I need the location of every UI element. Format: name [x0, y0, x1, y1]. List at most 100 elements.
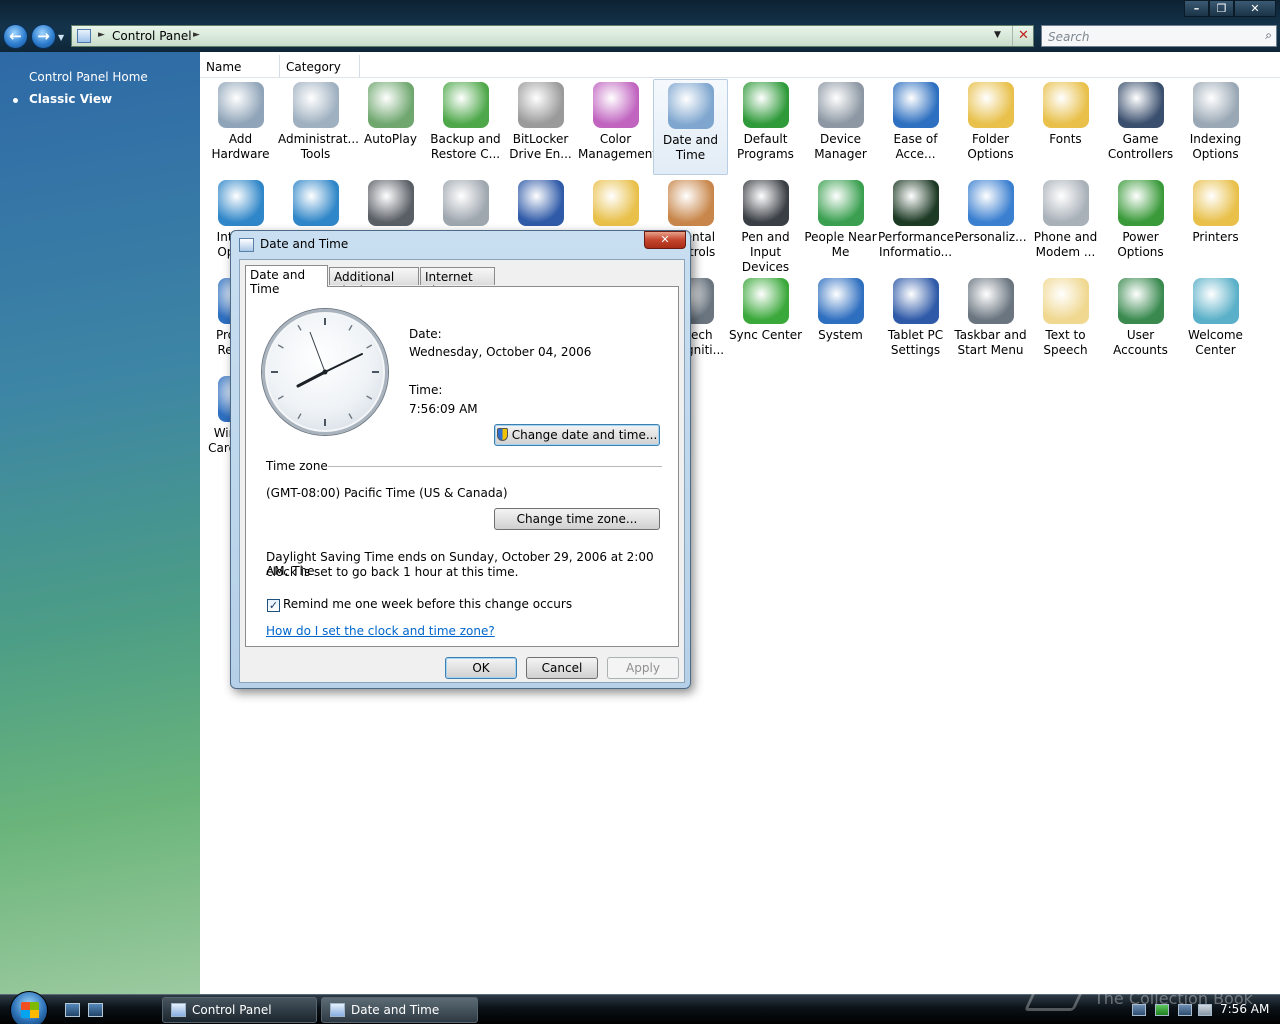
- control-panel-home-link[interactable]: Control Panel Home: [29, 70, 148, 84]
- forward-button[interactable]: →: [31, 24, 56, 49]
- folder-options-icon: [967, 82, 1014, 128]
- remind-checkbox[interactable]: ✓: [267, 599, 280, 612]
- address-bar[interactable]: ► Control Panel ► ▼ ✕: [71, 25, 1034, 47]
- back-button[interactable]: ←: [3, 24, 28, 49]
- column-header-category[interactable]: Category: [280, 55, 360, 77]
- item-label: Welcome Center: [1188, 328, 1243, 357]
- ok-button[interactable]: OK: [445, 657, 517, 679]
- tray-tablet-icon[interactable]: [1132, 1004, 1146, 1016]
- column-header-name[interactable]: Name: [200, 55, 280, 77]
- control-panel-item[interactable]: Date and Time: [653, 79, 728, 175]
- item-label: Add Hardware: [211, 132, 270, 161]
- control-panel-item[interactable]: Welcome Center: [1178, 275, 1253, 371]
- tab-date-and-time[interactable]: Date and Time: [245, 265, 328, 296]
- control-panel-item[interactable]: Fonts: [1028, 79, 1103, 175]
- control-panel-item[interactable]: Device Manager: [803, 79, 878, 175]
- change-date-time-button[interactable]: Change date and time...: [494, 424, 660, 446]
- taskbar-icon: [967, 278, 1014, 324]
- control-panel-item[interactable]: Printers: [1178, 177, 1253, 273]
- item-label: AutoPlay: [364, 132, 417, 146]
- change-time-zone-button[interactable]: Change time zone...: [494, 508, 660, 530]
- tab-additional-clocks[interactable]: Additional Clocks: [329, 267, 419, 298]
- control-panel-item[interactable]: Power Options: [1103, 177, 1178, 273]
- control-panel-item[interactable]: Phone and Modem ...: [1028, 177, 1103, 273]
- item-label: Color Management: [578, 132, 658, 161]
- tray-security-icon[interactable]: [1155, 1004, 1169, 1016]
- cancel-button[interactable]: Cancel: [526, 657, 598, 679]
- control-panel-item[interactable]: Folder Options: [953, 79, 1028, 175]
- control-panel-item[interactable]: Color Management: [578, 79, 658, 175]
- tray-volume-icon[interactable]: [1198, 1004, 1212, 1016]
- control-panel-item[interactable]: Personaliz...: [953, 177, 1028, 273]
- item-label: Administrat... Tools: [278, 132, 359, 161]
- control-panel-item[interactable]: Indexing Options: [1178, 79, 1253, 175]
- apply-button[interactable]: Apply: [607, 657, 679, 679]
- offline-files-icon: [592, 180, 639, 226]
- windows-logo-icon: [21, 1002, 39, 1018]
- control-panel-item[interactable]: Pen and Input Devices: [728, 177, 803, 274]
- address-dropdown-icon[interactable]: ▼: [994, 30, 1001, 40]
- iscsi-icon: [292, 180, 339, 226]
- remind-label[interactable]: Remind me one week before this change oc…: [283, 597, 572, 611]
- ease-of-access-icon: [892, 82, 939, 128]
- control-panel-item[interactable]: Sync Center: [728, 275, 803, 371]
- item-label: Game Controllers: [1107, 132, 1174, 161]
- item-label: Text to Speech: [1043, 328, 1088, 357]
- control-panel-item[interactable]: Ease of Acce...: [878, 79, 953, 175]
- control-panel-item[interactable]: People Near Me: [803, 177, 878, 273]
- maximize-button[interactable]: ❐: [1209, 0, 1234, 17]
- dialog-close-button[interactable]: ✕: [644, 231, 686, 249]
- search-placeholder: Search: [1048, 30, 1090, 44]
- control-panel-item[interactable]: User Accounts: [1103, 275, 1178, 371]
- control-panel-item[interactable]: Add Hardware: [203, 79, 278, 175]
- indexing-icon: [1192, 82, 1239, 128]
- start-button[interactable]: [10, 991, 48, 1024]
- sidebar: Control Panel Home Classic View: [0, 52, 200, 994]
- item-label: System: [818, 328, 863, 342]
- control-panel-item[interactable]: Tablet PC Settings: [878, 275, 953, 371]
- control-panel-item[interactable]: AutoPlay: [353, 79, 428, 175]
- backup-icon: [442, 82, 489, 128]
- personalization-icon: [967, 180, 1014, 226]
- item-label: Printers: [1192, 230, 1239, 244]
- item-label: Device Manager: [814, 132, 867, 161]
- breadcrumb[interactable]: Control Panel: [112, 29, 192, 43]
- search-input[interactable]: Search ⌕: [1041, 25, 1277, 47]
- item-label: Folder Options: [967, 132, 1014, 161]
- control-panel-item[interactable]: Performance Informatio...: [878, 177, 954, 273]
- taskbar-clock[interactable]: 7:56 AM: [1220, 1002, 1269, 1016]
- taskbar-item-date-and-time[interactable]: Date and Time: [321, 997, 478, 1023]
- taskbar-item-control-panel[interactable]: Control Panel: [162, 997, 317, 1023]
- switch-windows-icon[interactable]: [88, 1003, 103, 1017]
- stop-icon[interactable]: ✕: [1012, 26, 1034, 46]
- control-panel-item[interactable]: Taskbar and Start Menu: [953, 275, 1028, 371]
- breadcrumb-arrow-icon[interactable]: ►: [98, 30, 105, 40]
- time-label: Time:: [409, 383, 443, 397]
- control-panel-item[interactable]: Text to Speech: [1028, 275, 1103, 371]
- device-manager-icon: [817, 82, 864, 128]
- clock-face-icon: [271, 318, 379, 426]
- control-panel-item[interactable]: BitLocker Drive En...: [503, 79, 578, 175]
- internet-options-icon: [217, 180, 264, 226]
- control-panel-item[interactable]: Game Controllers: [1103, 79, 1178, 175]
- help-link[interactable]: How do I set the clock and time zone?: [266, 624, 495, 638]
- control-panel-item[interactable]: Default Programs: [728, 79, 803, 175]
- control-panel-item[interactable]: Backup and Restore C...: [428, 79, 503, 175]
- recent-pages-dropdown[interactable]: ▼: [58, 33, 66, 42]
- show-desktop-icon[interactable]: [65, 1003, 80, 1017]
- breadcrumb-arrow-icon[interactable]: ►: [193, 30, 200, 40]
- minimize-button[interactable]: –: [1184, 0, 1209, 17]
- control-panel-item[interactable]: System: [803, 275, 878, 371]
- performance-icon: [892, 180, 939, 226]
- search-icon[interactable]: ⌕: [1265, 28, 1272, 43]
- explorer-toolbar: – ❐ ✕ ← → ▼ ► Control Panel ► ▼ ✕ Search…: [0, 0, 1280, 52]
- control-panel-item[interactable]: Administrat... Tools: [278, 79, 359, 175]
- tray-network-icon[interactable]: [1178, 1004, 1192, 1016]
- network-icon: [517, 180, 564, 226]
- classic-view-link[interactable]: Classic View: [29, 92, 112, 106]
- item-label: BitLocker Drive En...: [509, 132, 572, 161]
- close-button[interactable]: ✕: [1234, 0, 1276, 17]
- system-icon: [817, 278, 864, 324]
- mouse-icon: [442, 180, 489, 226]
- tab-internet-time[interactable]: Internet Time: [420, 267, 495, 298]
